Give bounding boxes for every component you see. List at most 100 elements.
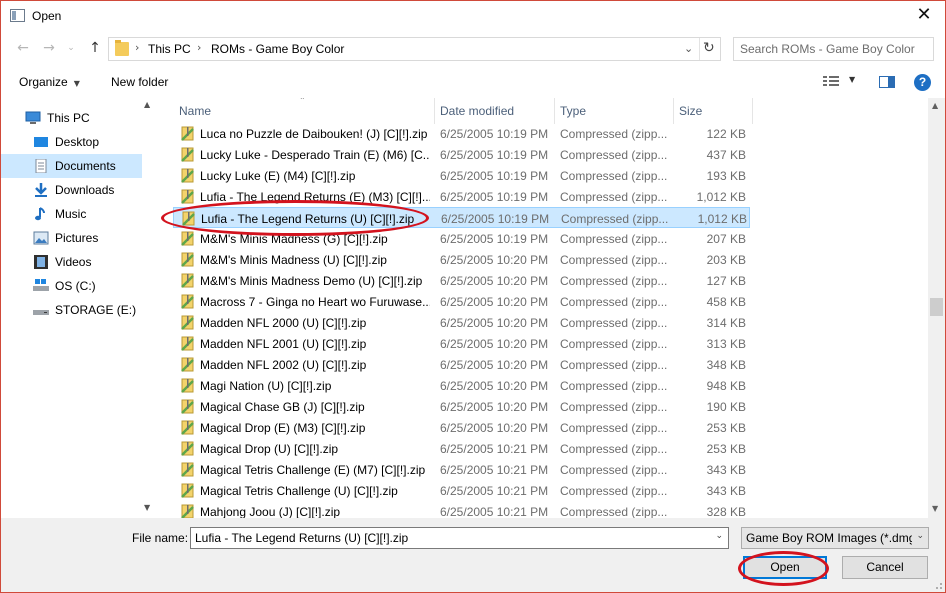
file-row[interactable]: M&M's Minis Madness Demo (U) [C][!].zip 6… — [173, 270, 750, 291]
chevron-down-icon: ⌄ — [916, 531, 924, 541]
nav-item-this-pc[interactable]: This PC — [1, 106, 142, 130]
breadcrumb-roms-folder[interactable]: ROMs - Game Boy Color — [211, 42, 344, 56]
file-size-cell: 193 KB — [706, 169, 746, 183]
help-icon[interactable]: ? — [914, 74, 931, 91]
file-row[interactable]: Magical Drop (E) (M3) [C][!].zip 6/25/200… — [173, 417, 750, 438]
file-row[interactable]: Madden NFL 2001 (U) [C][!].zip 6/25/2005 … — [173, 333, 750, 354]
search-input[interactable] — [740, 39, 920, 59]
open-button[interactable]: Open — [743, 556, 827, 579]
nav-item-downloads[interactable]: Downloads — [1, 178, 142, 202]
nav-item-music[interactable]: Music — [1, 202, 142, 226]
up-arrow-icon[interactable]: ↑ — [87, 40, 103, 56]
file-size-cell: 343 KB — [706, 463, 746, 477]
nav-scroll-down-icon[interactable]: ▼ — [144, 503, 150, 512]
cancel-button[interactable]: Cancel — [842, 556, 928, 579]
zip-file-icon — [180, 273, 195, 288]
preview-pane-icon[interactable] — [879, 76, 895, 88]
videos-icon — [34, 255, 48, 269]
file-row[interactable]: Lufia - The Legend Returns (E) (M3) [C][… — [173, 186, 750, 207]
scrollbar-thumb[interactable] — [930, 298, 943, 316]
file-row[interactable]: Madden NFL 2002 (U) [C][!].zip 6/25/2005 … — [173, 354, 750, 375]
nav-item-videos[interactable]: Videos — [1, 250, 142, 274]
resize-grip-icon[interactable] — [933, 580, 943, 590]
file-date-cell: 6/25/2005 10:20 PM — [440, 337, 549, 351]
file-size-cell: 253 KB — [706, 421, 746, 435]
file-row[interactable]: Magi Nation (U) [C][!].zip 6/25/2005 10:2… — [173, 375, 750, 396]
file-row[interactable]: Lucky Luke - Desperado Train (E) (M6) [C… — [173, 144, 750, 165]
close-button[interactable]: ✕ — [909, 3, 939, 29]
file-type-cell: Compressed (zipp... — [561, 212, 669, 226]
file-size-cell: 207 KB — [706, 232, 746, 246]
file-name-cell: Magical Drop (E) (M3) [C][!].zip — [200, 421, 366, 435]
organize-button[interactable]: Organize ▼ — [19, 75, 80, 89]
file-row[interactable]: Madden NFL 2000 (U) [C][!].zip 6/25/2005 … — [173, 312, 750, 333]
file-row[interactable]: Macross 7 - Ginga no Heart wo Furuwase..… — [173, 291, 750, 312]
breadcrumb-this-pc[interactable]: This PC — [148, 42, 191, 56]
file-row[interactable]: Magical Chase GB (J) [C][!].zip 6/25/2005… — [173, 396, 750, 417]
refresh-icon[interactable]: ↻ — [703, 40, 715, 56]
chevron-down-icon[interactable]: ⌄ — [715, 531, 723, 541]
file-type-filter[interactable]: Game Boy ROM Images (*.dmg ⌄ — [741, 527, 929, 549]
zip-file-icon — [180, 315, 195, 330]
forward-arrow-icon[interactable]: → — [41, 40, 57, 56]
breadcrumb-separator-icon: › — [135, 41, 140, 54]
file-name-cell: Madden NFL 2001 (U) [C][!].zip — [200, 337, 367, 351]
zip-file-icon — [180, 126, 195, 141]
file-name-field[interactable]: Lufia - The Legend Returns (U) [C][!].zi… — [190, 527, 729, 549]
nav-item-os-c[interactable]: OS (C:) — [1, 274, 142, 298]
file-row[interactable]: Magical Tetris Challenge (U) [C][!].zip 6… — [173, 480, 750, 501]
address-bar[interactable]: › This PC › ROMs - Game Boy Color ⌄ ↻ — [108, 37, 721, 61]
view-options-chevron-icon[interactable]: ▼ — [849, 75, 855, 84]
file-size-cell: 313 KB — [706, 337, 746, 351]
nav-item-desktop[interactable]: Desktop — [1, 130, 142, 154]
file-row[interactable]: Magical Tetris Challenge (E) (M7) [C][!]… — [173, 459, 750, 480]
file-size-cell: 437 KB — [706, 148, 746, 162]
file-name-cell: Magical Chase GB (J) [C][!].zip — [200, 400, 365, 414]
file-row[interactable]: M&M's Minis Madness (U) [C][!].zip 6/25/2… — [173, 249, 750, 270]
scroll-up-icon[interactable]: ▲ — [932, 101, 938, 110]
nav-item-pictures[interactable]: Pictures — [1, 226, 142, 250]
file-list-scrollbar[interactable]: ▲ ▼ — [928, 98, 945, 518]
column-header-date-modified[interactable]: Date modified — [440, 98, 514, 124]
file-name-cell: Magical Tetris Challenge (E) (M7) [C][!]… — [200, 463, 426, 477]
nav-item-label: Downloads — [55, 183, 115, 197]
column-divider[interactable] — [752, 98, 753, 124]
new-folder-button[interactable]: New folder — [111, 75, 168, 89]
file-row[interactable]: Luca no Puzzle de Daibouken! (J) [C][!].… — [173, 123, 750, 144]
back-arrow-icon[interactable]: ← — [15, 40, 31, 56]
file-date-cell: 6/25/2005 10:19 PM — [441, 212, 550, 226]
address-dropdown-icon[interactable]: ⌄ — [684, 42, 693, 55]
file-size-cell: 314 KB — [706, 316, 746, 330]
nav-item-documents[interactable]: Documents — [1, 154, 142, 178]
column-header-name[interactable]: Name — [179, 98, 211, 124]
file-name-cell: Lucky Luke - Desperado Train (E) (M6) [C… — [200, 148, 430, 162]
column-header-size[interactable]: Size — [679, 98, 702, 124]
downloads-icon — [35, 183, 47, 197]
file-date-cell: 6/25/2005 10:20 PM — [440, 421, 549, 435]
column-divider[interactable] — [673, 98, 674, 124]
zip-file-icon — [180, 294, 195, 309]
file-date-cell: 6/25/2005 10:21 PM — [440, 442, 549, 456]
nav-scroll-up-icon[interactable]: ▲ — [144, 100, 150, 109]
file-row[interactable]: Magical Drop (U) [C][!].zip 6/25/2005 10:… — [173, 438, 750, 459]
nav-item-label: OS (C:) — [55, 279, 96, 293]
search-box[interactable] — [733, 37, 934, 61]
zip-file-icon — [180, 420, 195, 435]
file-row[interactable]: Lucky Luke (E) (M4) [C][!].zip 6/25/2005 … — [173, 165, 750, 186]
nav-item-storage-e[interactable]: STORAGE (E:) — [1, 298, 142, 322]
file-row[interactable]: Lufia - The Legend Returns (U) [C][!].zi… — [173, 207, 750, 228]
scroll-down-icon[interactable]: ▼ — [932, 504, 938, 513]
change-view-icon[interactable] — [823, 75, 839, 88]
documents-icon — [35, 159, 47, 173]
dialog-title: Open — [32, 9, 62, 23]
file-name-cell: Lufia - The Legend Returns (U) [C][!].zi… — [201, 212, 415, 226]
file-row[interactable]: M&M's Minis Madness (G) [C][!].zip 6/25/2… — [173, 228, 750, 249]
file-row[interactable]: Mahjong Joou (J) [C][!].zip 6/25/2005 10:… — [173, 501, 750, 518]
file-size-cell: 348 KB — [706, 358, 746, 372]
recent-locations-chevron-icon[interactable]: ⌄ — [63, 40, 79, 56]
drive-icon — [33, 310, 49, 315]
file-type-cell: Compressed (zipp... — [560, 316, 668, 330]
column-header-type[interactable]: Type — [560, 98, 586, 124]
column-divider[interactable] — [434, 98, 435, 124]
column-divider[interactable] — [554, 98, 555, 124]
